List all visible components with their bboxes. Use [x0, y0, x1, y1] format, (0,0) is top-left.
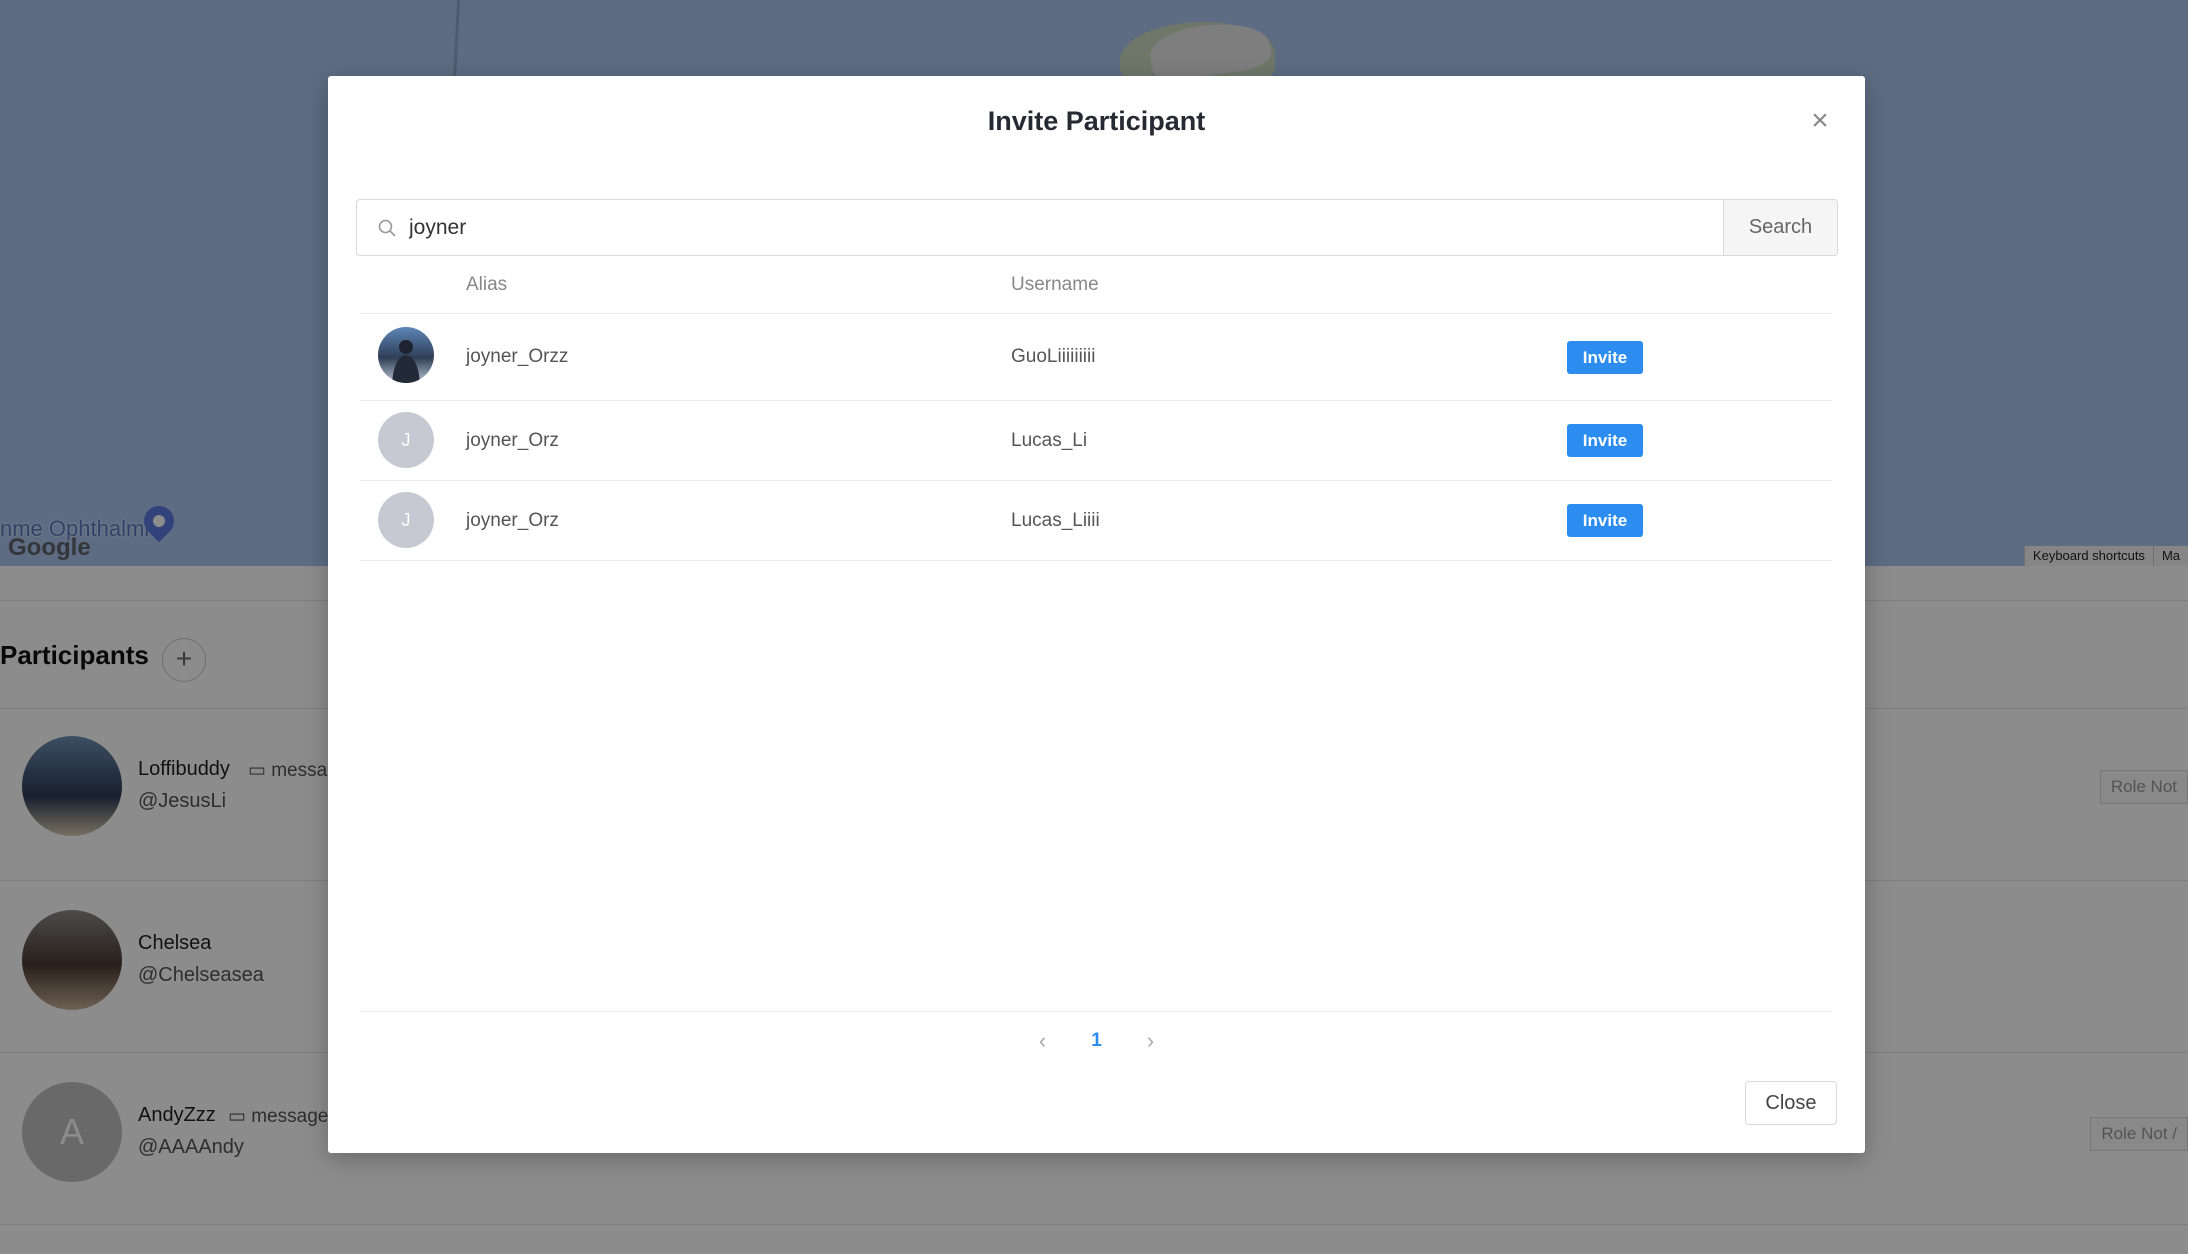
avatar: J [378, 412, 434, 468]
search-input[interactable] [407, 214, 1723, 241]
chevron-right-icon[interactable]: › [1139, 1028, 1163, 1054]
table-row: joyner_Orzz GuoLiiiiiiiii Invite [360, 314, 1832, 401]
invite-button[interactable]: Invite [1567, 424, 1643, 457]
results-table: Alias Username joyner_Orzz GuoLiiiiiiiii… [360, 256, 1832, 561]
username-cell: GuoLiiiiiiiii [1011, 346, 1096, 367]
avatar: J [378, 492, 434, 548]
close-button[interactable]: Close [1745, 1081, 1837, 1125]
page-number-current[interactable]: 1 [1085, 1030, 1109, 1052]
column-header-alias: Alias [466, 274, 508, 295]
modal-title: Invite Participant [987, 106, 1206, 136]
alias-cell: joyner_Orz [466, 430, 559, 451]
username-cell: Lucas_Li [1011, 430, 1088, 451]
alias-cell: joyner_Orz [466, 510, 559, 531]
table-row: J joyner_Orz Lucas_Liiii Invite [360, 481, 1832, 561]
close-icon[interactable]: × [1805, 106, 1835, 138]
pagination: ‹ 1 › [328, 1028, 1865, 1054]
search-icon [378, 219, 396, 236]
username-cell: Lucas_Liiii [1011, 510, 1100, 531]
divider [360, 1011, 1832, 1012]
search-button[interactable]: Search [1723, 200, 1837, 255]
invite-button[interactable]: Invite [1567, 504, 1643, 537]
search-bar: Search [356, 199, 1838, 256]
chevron-left-icon[interactable]: ‹ [1031, 1028, 1055, 1054]
table-row: J joyner_Orz Lucas_Li Invite [360, 401, 1832, 481]
invite-button[interactable]: Invite [1567, 341, 1643, 374]
column-header-username: Username [1011, 274, 1099, 295]
search-field [357, 200, 1723, 255]
table-header: Alias Username [360, 256, 1832, 314]
person-photo [392, 340, 420, 383]
alias-cell: joyner_Orzz [466, 346, 569, 367]
avatar [378, 327, 434, 383]
invite-participant-modal: Invite Participant × Search Alias Userna… [328, 76, 1865, 1153]
